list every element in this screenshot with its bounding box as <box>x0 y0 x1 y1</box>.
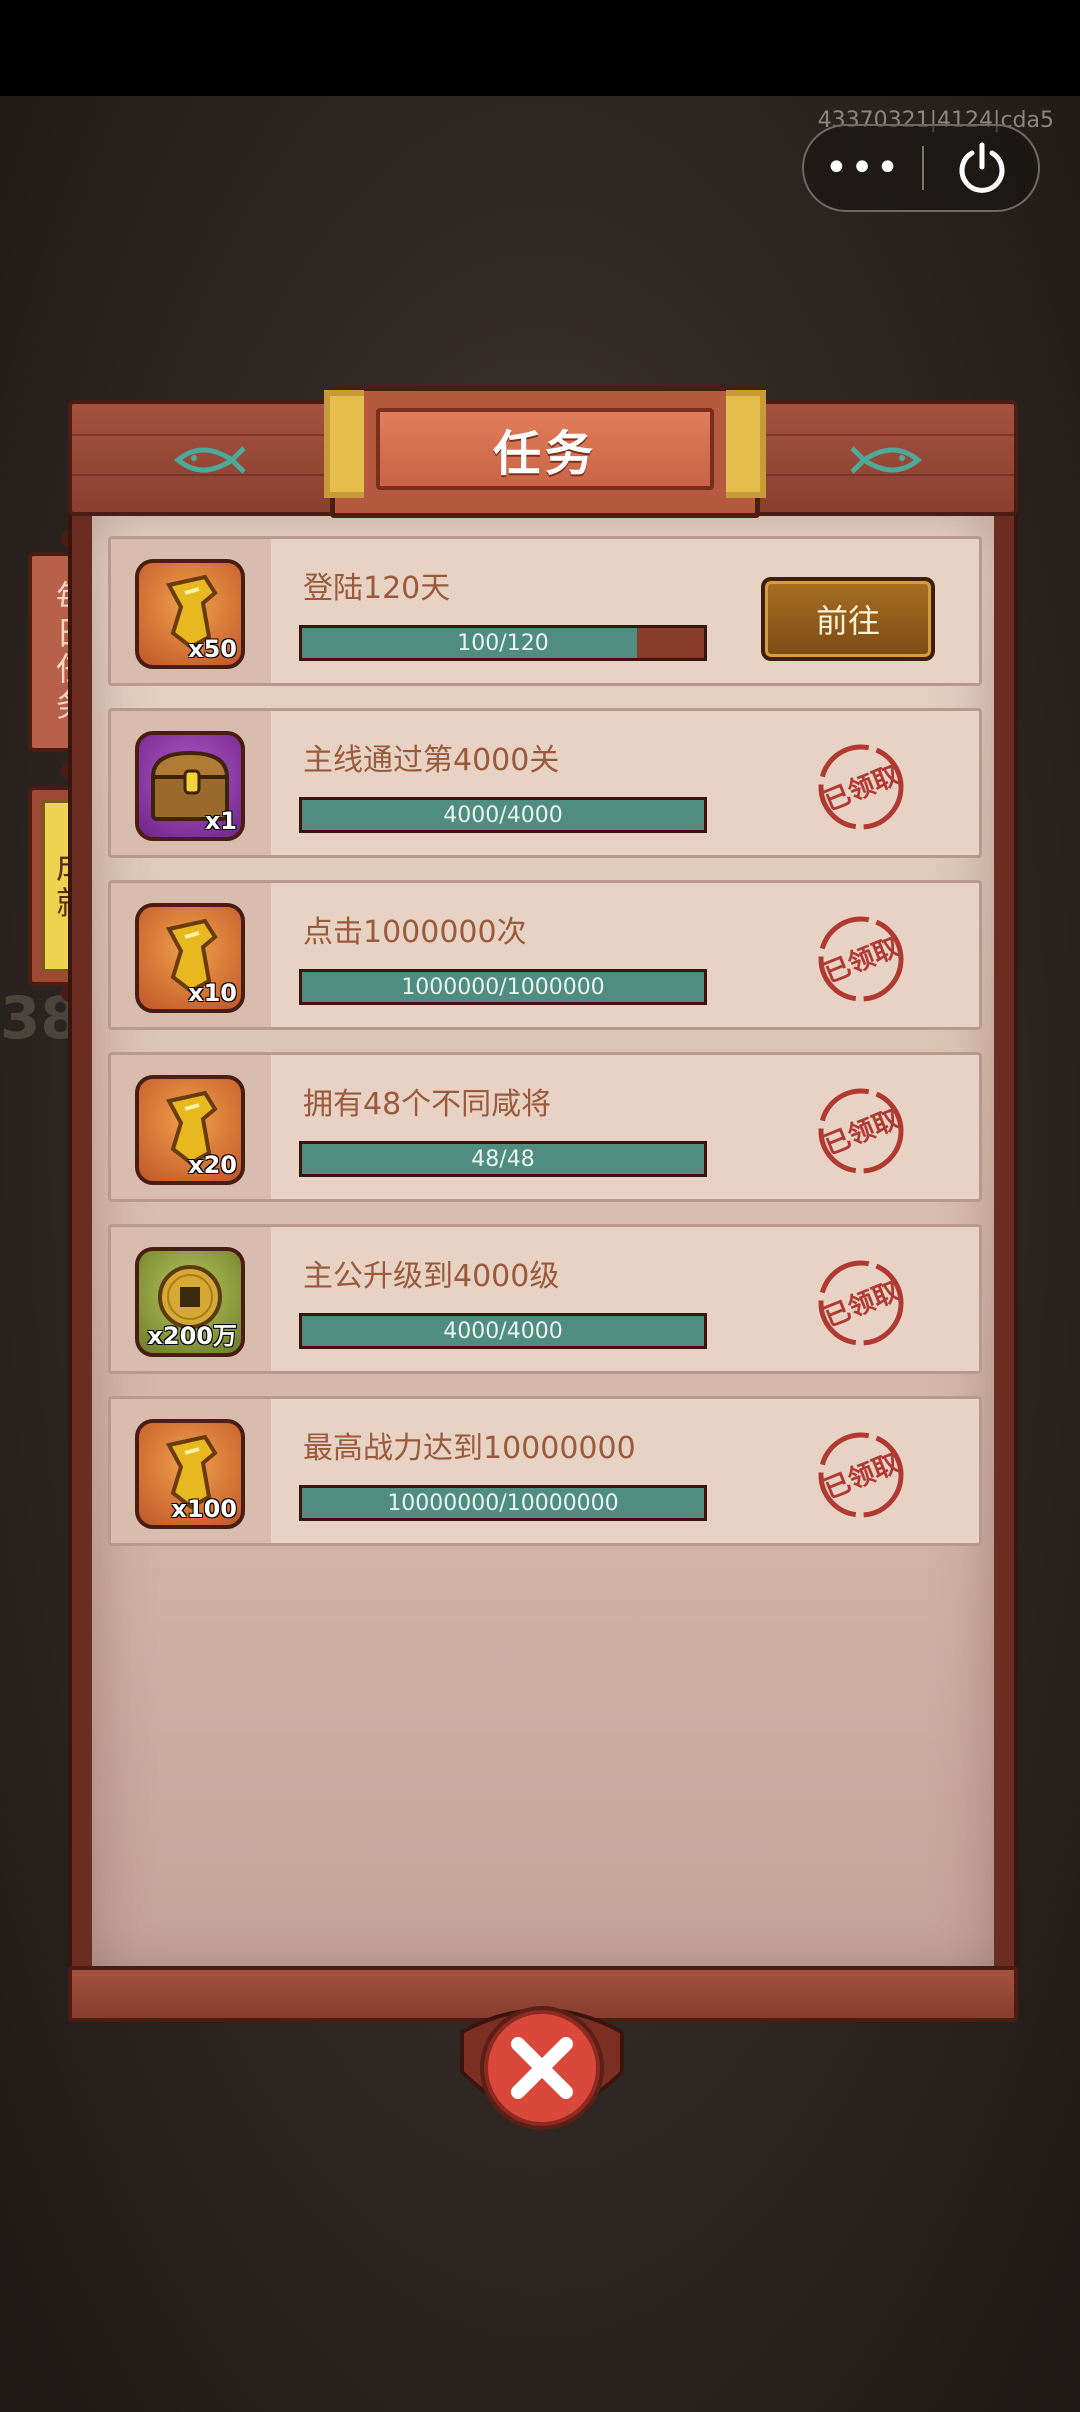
task-row: x1 主线通过第4000关 4000/4000 已领取 <box>108 708 982 858</box>
page-title: 任务 <box>492 426 597 482</box>
progress-text: 1000000/1000000 <box>401 974 605 1000</box>
power-icon <box>959 142 1005 193</box>
task-row: x20 拥有48个不同咸将 48/48 已领取 <box>108 1052 982 1202</box>
mini-program-capsule: ••• <box>802 124 1040 212</box>
reward-item[interactable]: x100 <box>135 1419 245 1529</box>
reward-quantity: x100 <box>171 1495 237 1523</box>
reward-quantity: x1 <box>204 807 237 835</box>
progress-text: 10000000/10000000 <box>387 1490 619 1516</box>
plaque-bracket <box>726 390 766 498</box>
reward-quantity: x10 <box>188 979 237 1007</box>
more-button[interactable]: ••• <box>804 126 922 210</box>
progress-bar: 4000/4000 <box>299 797 707 833</box>
stamp-text: 已领取 <box>820 1447 904 1505</box>
task-name: 主公升级到4000级 <box>303 1259 560 1294</box>
task-name: 主线通过第4000关 <box>303 743 560 778</box>
go-button[interactable]: 前往 <box>761 577 935 661</box>
fish-emblem-icon <box>850 446 922 474</box>
claimed-stamp: 已领取 <box>818 916 904 1002</box>
reward-quantity: x200万 <box>147 1322 237 1350</box>
stamp-text: 已领取 <box>820 1275 904 1333</box>
reward-item[interactable]: x200万 <box>135 1247 245 1357</box>
progress-text: 4000/4000 <box>443 802 563 828</box>
progress-bar: 10000000/10000000 <box>299 1485 707 1521</box>
task-row: x100 最高战力达到10000000 10000000/10000000 已领… <box>108 1396 982 1546</box>
task-row: x10 点击1000000次 1000000/1000000 已领取 <box>108 880 982 1030</box>
reward-quantity: x50 <box>188 635 237 663</box>
stamp-text: 已领取 <box>820 1103 904 1161</box>
reward-quantity: x20 <box>188 1151 237 1179</box>
reward-item[interactable]: x10 <box>135 903 245 1013</box>
progress-text: 48/48 <box>471 1146 535 1172</box>
title-plaque-inner: 任务 <box>376 408 714 490</box>
claimed-stamp: 已领取 <box>818 1260 904 1346</box>
title-plaque: 任务 <box>324 386 766 518</box>
progress-bar: 4000/4000 <box>299 1313 707 1349</box>
reward-item[interactable]: x1 <box>135 731 245 841</box>
stamp-text: 已领取 <box>820 931 904 989</box>
capsule-divider <box>922 146 924 190</box>
task-name: 最高战力达到10000000 <box>303 1431 636 1466</box>
task-name: 拥有48个不同咸将 <box>303 1087 552 1122</box>
task-name: 登陆120天 <box>303 571 451 606</box>
task-row: x50 登陆120天 100/120 前往 <box>108 536 982 686</box>
progress-bar: 1000000/1000000 <box>299 969 707 1005</box>
status-bar <box>0 0 1080 96</box>
close-button[interactable] <box>458 1992 626 2148</box>
claimed-stamp: 已领取 <box>818 1432 904 1518</box>
claimed-stamp: 已领取 <box>818 1088 904 1174</box>
progress-bar: 48/48 <box>299 1141 707 1177</box>
progress-bar: 100/120 <box>299 625 707 661</box>
task-row: x200万 主公升级到4000级 4000/4000 已领取 <box>108 1224 982 1374</box>
reward-item[interactable]: x50 <box>135 559 245 669</box>
progress-text: 100/120 <box>457 630 549 656</box>
close-program-button[interactable] <box>926 126 1038 210</box>
stamp-text: 已领取 <box>820 759 904 817</box>
plaque-bracket <box>324 390 364 498</box>
fish-emblem-icon <box>174 446 246 474</box>
claimed-stamp: 已领取 <box>818 744 904 830</box>
progress-text: 4000/4000 <box>443 1318 563 1344</box>
task-name: 点击1000000次 <box>303 915 527 950</box>
reward-item[interactable]: x20 <box>135 1075 245 1185</box>
